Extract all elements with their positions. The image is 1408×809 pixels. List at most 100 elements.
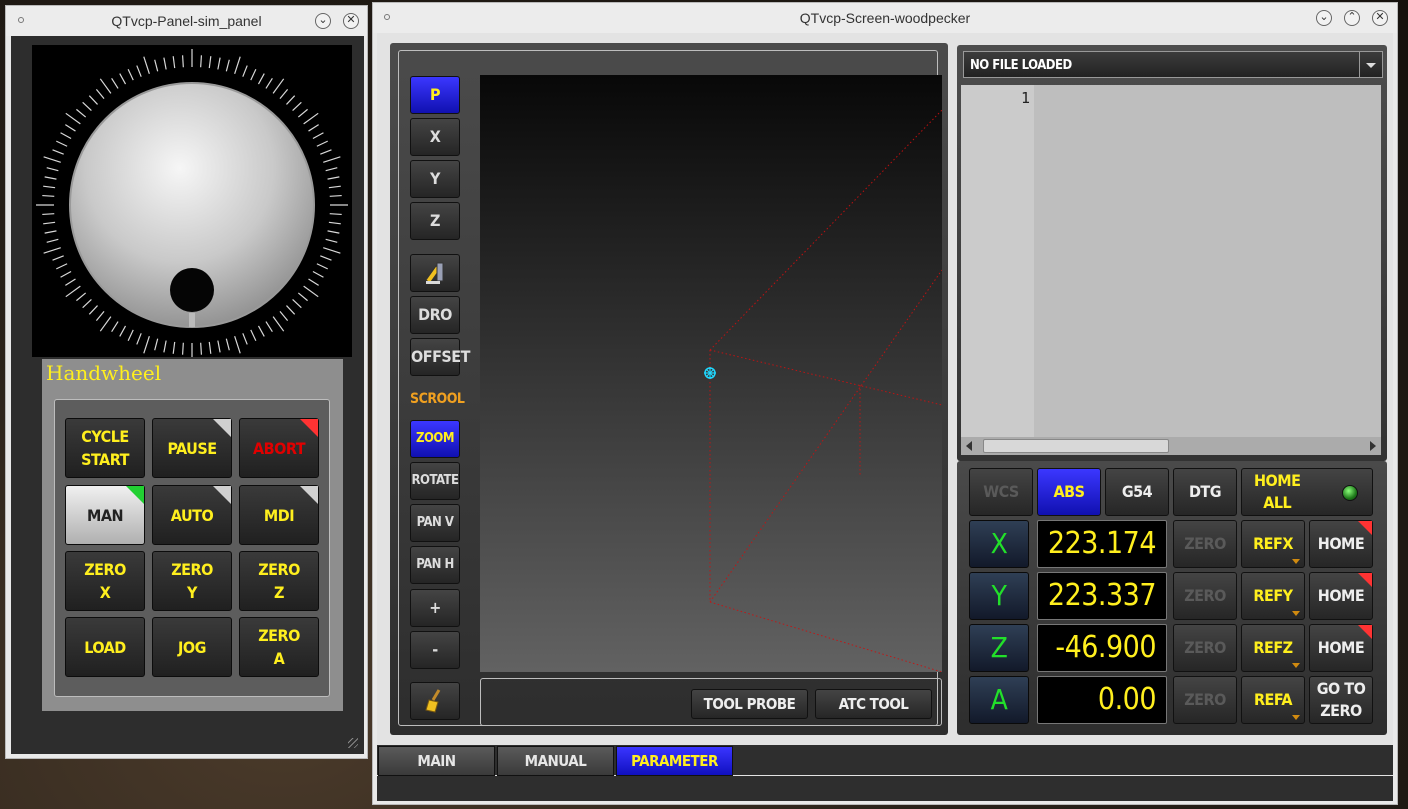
view-y-button[interactable]: Y — [410, 160, 460, 198]
dial-tick — [292, 299, 302, 309]
ref-a-button[interactable]: REFA — [1241, 676, 1305, 724]
status-corner-icon — [213, 419, 231, 437]
pan-h-button[interactable]: PAN H — [410, 546, 460, 584]
ref-z-button[interactable]: REFZ — [1241, 624, 1305, 672]
status-corner-icon — [300, 419, 318, 437]
handwheel[interactable] — [32, 45, 352, 361]
axis-label-y: Y — [969, 572, 1029, 620]
atc-tool-button[interactable]: ATC TOOL — [815, 689, 932, 719]
close-icon[interactable]: ✕ — [1372, 10, 1388, 26]
dial-tick — [111, 78, 119, 89]
dial-tick — [265, 78, 273, 89]
panel-button-label: CYCLE START — [81, 427, 129, 469]
panel-button-zero-z[interactable]: ZERO Z — [239, 551, 319, 611]
dial-tick — [82, 299, 92, 309]
dial-tick — [99, 316, 112, 332]
dtg-button[interactable]: DTG — [1173, 468, 1237, 516]
panel-button-zero-y[interactable]: ZERO Y — [152, 551, 232, 611]
tool-path-button[interactable] — [410, 254, 460, 292]
panel-button-abort[interactable]: ABORT — [239, 418, 319, 478]
tab-parameter[interactable]: PARAMETER — [616, 746, 733, 776]
zoom-in-button[interactable]: + — [410, 589, 460, 627]
pan-v-button[interactable]: PAN V — [410, 504, 460, 542]
home-label: HOME — [1317, 586, 1365, 605]
resize-grip-icon[interactable] — [348, 738, 358, 748]
dial-tick — [208, 341, 212, 354]
scroll-left-icon[interactable] — [966, 441, 972, 451]
zero-z-button[interactable]: ZERO — [1173, 624, 1237, 672]
scroll-right-icon[interactable] — [1370, 441, 1376, 451]
dro-toggle-button[interactable]: DRO — [410, 296, 460, 334]
panel-button-zero-x[interactable]: ZERO X — [65, 551, 145, 611]
axis-label-z: Z — [969, 624, 1029, 672]
zoom-out-button[interactable]: - — [410, 631, 460, 669]
dial-tick — [308, 278, 319, 286]
handwheel-label: Handwheel — [46, 361, 162, 385]
axis-label-x: X — [969, 520, 1029, 568]
dial-tick — [297, 292, 308, 302]
home-z-button[interactable]: HOME — [1309, 624, 1373, 672]
wcs-button[interactable]: WCS — [969, 468, 1033, 516]
close-icon[interactable]: ✕ — [343, 13, 359, 29]
dial-tick — [44, 176, 57, 180]
panel-button-mdi[interactable]: MDI — [239, 485, 319, 545]
dial-tick — [328, 185, 341, 189]
dial-tick — [76, 108, 87, 118]
zero-x-button[interactable]: ZERO — [1173, 520, 1237, 568]
home-all-button[interactable]: HOME ALL — [1241, 468, 1373, 516]
dial-tick — [43, 247, 61, 254]
home-x-button[interactable]: HOME — [1309, 520, 1373, 568]
tab-main[interactable]: MAIN — [378, 746, 495, 776]
horizontal-scrollbar[interactable] — [961, 437, 1381, 455]
home-a-button[interactable]: GO TO ZERO — [1309, 676, 1373, 724]
dial-tick — [56, 263, 68, 270]
clear-plot-button[interactable] — [410, 682, 460, 720]
zero-a-button[interactable]: ZERO — [1173, 676, 1237, 724]
dial-tick — [88, 305, 98, 315]
ref-x-button[interactable]: REFX — [1241, 520, 1305, 568]
minimize-icon[interactable]: ⌄ — [315, 13, 331, 29]
gcode-text-area[interactable] — [1034, 85, 1381, 437]
axis-value-y: 223.337 — [1037, 572, 1167, 620]
panel-button-auto[interactable]: AUTO — [152, 485, 232, 545]
panel-button-load[interactable]: LOAD — [65, 617, 145, 677]
plot-overlay — [704, 109, 943, 673]
panel-button-pause[interactable]: PAUSE — [152, 418, 232, 478]
dial-tick — [154, 338, 159, 351]
tab-manual[interactable]: MANUAL — [497, 746, 614, 776]
minimize-icon[interactable]: ⌄ — [1316, 10, 1332, 26]
dial-tick — [95, 89, 105, 100]
file-select-combo[interactable]: NO FILE LOADED — [963, 51, 1383, 78]
handwheel-dial-icon[interactable] — [32, 45, 352, 361]
tool-probe-button[interactable]: TOOL PROBE — [691, 689, 808, 719]
panel-button-zero-a[interactable]: ZERO A — [239, 617, 319, 677]
dial-tick — [327, 230, 340, 234]
dial-tick — [43, 156, 61, 163]
g54-button[interactable]: G54 — [1105, 468, 1169, 516]
gcode-plot-canvas[interactable] — [480, 75, 943, 673]
scrollbar-thumb[interactable] — [983, 439, 1169, 453]
view-z-button[interactable]: Z — [410, 202, 460, 240]
status-corner-icon — [300, 486, 318, 504]
zero-y-button[interactable]: ZERO — [1173, 572, 1237, 620]
home-y-button[interactable]: HOME — [1309, 572, 1373, 620]
view-x-button[interactable]: X — [410, 118, 460, 156]
view-p-button[interactable]: P — [410, 76, 460, 114]
zoom-mode-button[interactable]: ZOOM — [410, 420, 460, 458]
panel-button-cycle-start[interactable]: CYCLE START — [65, 418, 145, 478]
offset-toggle-button[interactable]: OFFSET — [410, 338, 470, 376]
dial-tick — [44, 230, 57, 234]
dial-tick — [329, 213, 342, 216]
rotate-mode-button[interactable]: ROTATE — [410, 462, 460, 500]
chevron-down-icon[interactable] — [1359, 52, 1382, 77]
dial-tick — [65, 285, 81, 298]
maximize-icon[interactable]: ⌃ — [1344, 10, 1360, 26]
panel-button-jog[interactable]: JOG — [152, 617, 232, 677]
dial-tick — [60, 132, 72, 140]
panel-button-man[interactable]: MAN — [65, 485, 145, 545]
abs-button[interactable]: ABS — [1037, 468, 1101, 516]
ref-label: REFA — [1253, 690, 1293, 709]
dial-tick — [320, 149, 332, 155]
ref-y-button[interactable]: REFY — [1241, 572, 1305, 620]
status-corner-icon — [213, 486, 231, 504]
